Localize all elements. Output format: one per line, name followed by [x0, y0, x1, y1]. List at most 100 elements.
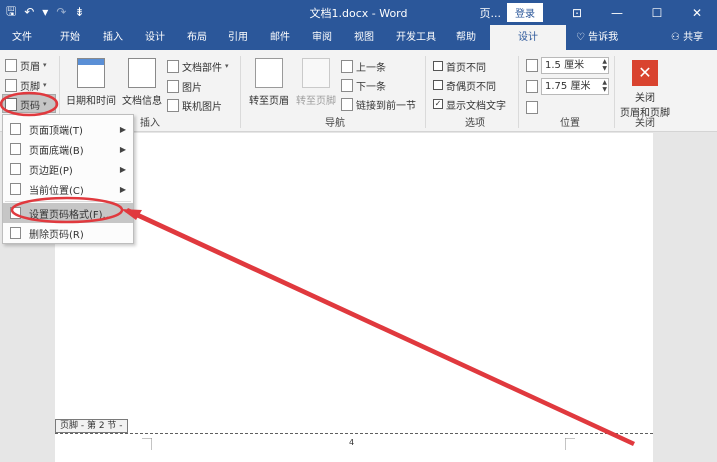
docparts-icon — [167, 59, 179, 73]
goto-footer-button[interactable]: 转至页脚 — [293, 58, 339, 107]
previous-button[interactable]: 上一条 — [341, 58, 386, 74]
tab-design[interactable]: 设计 — [135, 25, 175, 50]
docparts-label: 文档部件 — [182, 62, 222, 74]
header-position-icon — [526, 59, 538, 72]
docinfo-label: 文档信息 — [122, 96, 162, 107]
share-button[interactable]: ⚇ 共享 — [660, 25, 714, 50]
tab-view[interactable]: 视图 — [344, 25, 384, 50]
previous-label: 上一条 — [356, 62, 386, 74]
margin-corner-mark — [565, 438, 575, 450]
tab-layout[interactable]: 布局 — [177, 25, 217, 50]
next-label: 下一条 — [356, 81, 386, 93]
online-picture-button[interactable]: 联机图片 — [167, 97, 222, 113]
group-label-navigation: 导航 — [325, 118, 345, 129]
group-label-close: 关闭 — [635, 118, 655, 129]
tab-hf-design[interactable]: 设计 — [490, 25, 566, 50]
divider — [240, 56, 241, 128]
tab-file[interactable]: 文件 — [0, 25, 44, 50]
footer-label: 页脚 — [20, 81, 40, 93]
chevron-down-icon: ▾ — [43, 81, 47, 89]
picture-label: 图片 — [182, 82, 202, 94]
group-label-insert: 插入 — [140, 118, 160, 129]
tab-review[interactable]: 审阅 — [302, 25, 342, 50]
minimize-button[interactable]: — — [597, 6, 637, 20]
goto-header-button[interactable]: 转至页眉 — [246, 58, 292, 107]
close-window-button[interactable]: ✕ — [677, 6, 717, 20]
restore-button[interactable]: ☐ — [637, 6, 677, 20]
footer-position-input[interactable]: 1.75 厘米 ▲ ▼ — [541, 78, 609, 95]
page-number-button-content[interactable]: 页码 ▾ — [5, 96, 47, 112]
menu-item-format-page-numbers[interactable]: 设置页码格式(F)... — [3, 203, 133, 223]
close-icon: ✕ — [632, 60, 658, 86]
title-bar-right: 页... 登录 ⊡ — ☐ ✕ — [480, 0, 717, 25]
tab-home[interactable]: 开始 — [50, 25, 90, 50]
menu-item-current-position[interactable]: 当前位置(C) ▶ — [3, 179, 133, 199]
docparts-button[interactable]: 文档部件 ▾ — [167, 58, 229, 74]
diff-odd-even-checkbox[interactable]: 奇偶页不同 — [433, 77, 496, 93]
header-position-input[interactable]: 1.5 厘米 ▲ ▼ — [541, 57, 609, 74]
share-label: 共享 — [683, 32, 704, 43]
footer-position-value: 1.75 厘米 — [545, 81, 591, 92]
picture-button[interactable]: 图片 — [167, 78, 202, 94]
header-button[interactable]: 页眉 ▾ — [5, 57, 47, 73]
tab-references[interactable]: 引用 — [218, 25, 258, 50]
menu-item-remove-page-numbers[interactable]: 删除页码(R) — [3, 223, 133, 243]
person-icon: ⚇ — [670, 32, 680, 43]
spinner-arrows-icon[interactable]: ▲ ▼ — [602, 79, 607, 93]
close-header-footer-button[interactable]: ✕ 关闭 页眉和页脚 — [617, 60, 673, 119]
header-icon — [5, 58, 17, 72]
footer-section-tag: 页脚 - 第 2 节 - — [55, 419, 128, 433]
format-page-numbers-icon — [10, 207, 21, 219]
page-margins-icon — [10, 163, 21, 175]
menu-item-page-margins[interactable]: 页边距(P) ▶ — [3, 159, 133, 179]
group-label-position: 位置 — [560, 118, 580, 129]
tell-me-label: 告诉我 — [588, 32, 619, 43]
checkbox-icon — [433, 80, 443, 90]
page-number-label: 页码 — [20, 100, 40, 112]
document-page[interactable] — [55, 133, 653, 462]
spinner-arrows-icon[interactable]: ▲ ▼ — [602, 58, 607, 72]
tab-mailings[interactable]: 邮件 — [260, 25, 300, 50]
chevron-down-icon: ▾ — [225, 62, 229, 70]
close-hf-label-line1: 关闭 — [635, 93, 655, 104]
goto-header-icon — [255, 58, 283, 88]
link-previous-button[interactable]: 链接到前一节 — [341, 96, 416, 112]
chevron-down-icon: ▾ — [43, 100, 47, 108]
diff-first-page-checkbox[interactable]: 首页不同 — [433, 58, 486, 74]
tab-insert[interactable]: 插入 — [93, 25, 133, 50]
show-doc-text-checkbox[interactable]: ✓ 显示文档文字 — [433, 96, 506, 112]
checkbox-icon — [433, 61, 443, 71]
login-button[interactable]: 登录 — [507, 3, 543, 22]
insert-alignment-tab-icon[interactable] — [526, 101, 538, 114]
online-picture-icon — [167, 98, 179, 112]
divider — [518, 56, 519, 128]
menu-item-label: 当前位置(C) — [29, 185, 84, 197]
group-label-options: 选项 — [465, 118, 485, 129]
menu-item-label: 页边距(P) — [29, 165, 73, 177]
footer-button[interactable]: 页脚 ▾ — [5, 77, 47, 93]
menu-item-bottom-of-page[interactable]: 页面底端(B) ▶ — [3, 139, 133, 159]
link-previous-label: 链接到前一节 — [356, 100, 416, 112]
datetime-button[interactable]: 日期和时间 — [64, 58, 118, 107]
page-number-field[interactable]: 4 — [349, 438, 354, 447]
goto-header-label: 转至页眉 — [249, 96, 289, 107]
datetime-label: 日期和时间 — [66, 96, 116, 107]
menu-item-top-of-page[interactable]: 页面顶端(T) ▶ — [3, 119, 133, 139]
tell-me[interactable]: ♡ 告诉我 — [576, 25, 636, 50]
ribbon-display-options-icon[interactable]: ⊡ — [557, 6, 597, 20]
submenu-arrow-icon: ▶ — [119, 124, 126, 134]
current-position-icon — [10, 183, 21, 195]
next-button[interactable]: 下一条 — [341, 77, 386, 93]
next-icon — [341, 78, 353, 92]
docinfo-button[interactable]: 文档信息 — [120, 58, 164, 107]
page-number-icon — [5, 97, 17, 111]
online-picture-label: 联机图片 — [182, 101, 222, 113]
menu-item-label: 设置页码格式(F)... — [29, 209, 113, 221]
divider — [425, 56, 426, 128]
calendar-icon — [77, 58, 105, 88]
footer-position-icon — [526, 80, 538, 93]
menu-item-label: 页面底端(B) — [29, 145, 84, 157]
tab-help[interactable]: 帮助 — [446, 25, 486, 50]
remove-page-numbers-icon — [10, 227, 21, 239]
tab-developer[interactable]: 开发工具 — [388, 25, 444, 50]
